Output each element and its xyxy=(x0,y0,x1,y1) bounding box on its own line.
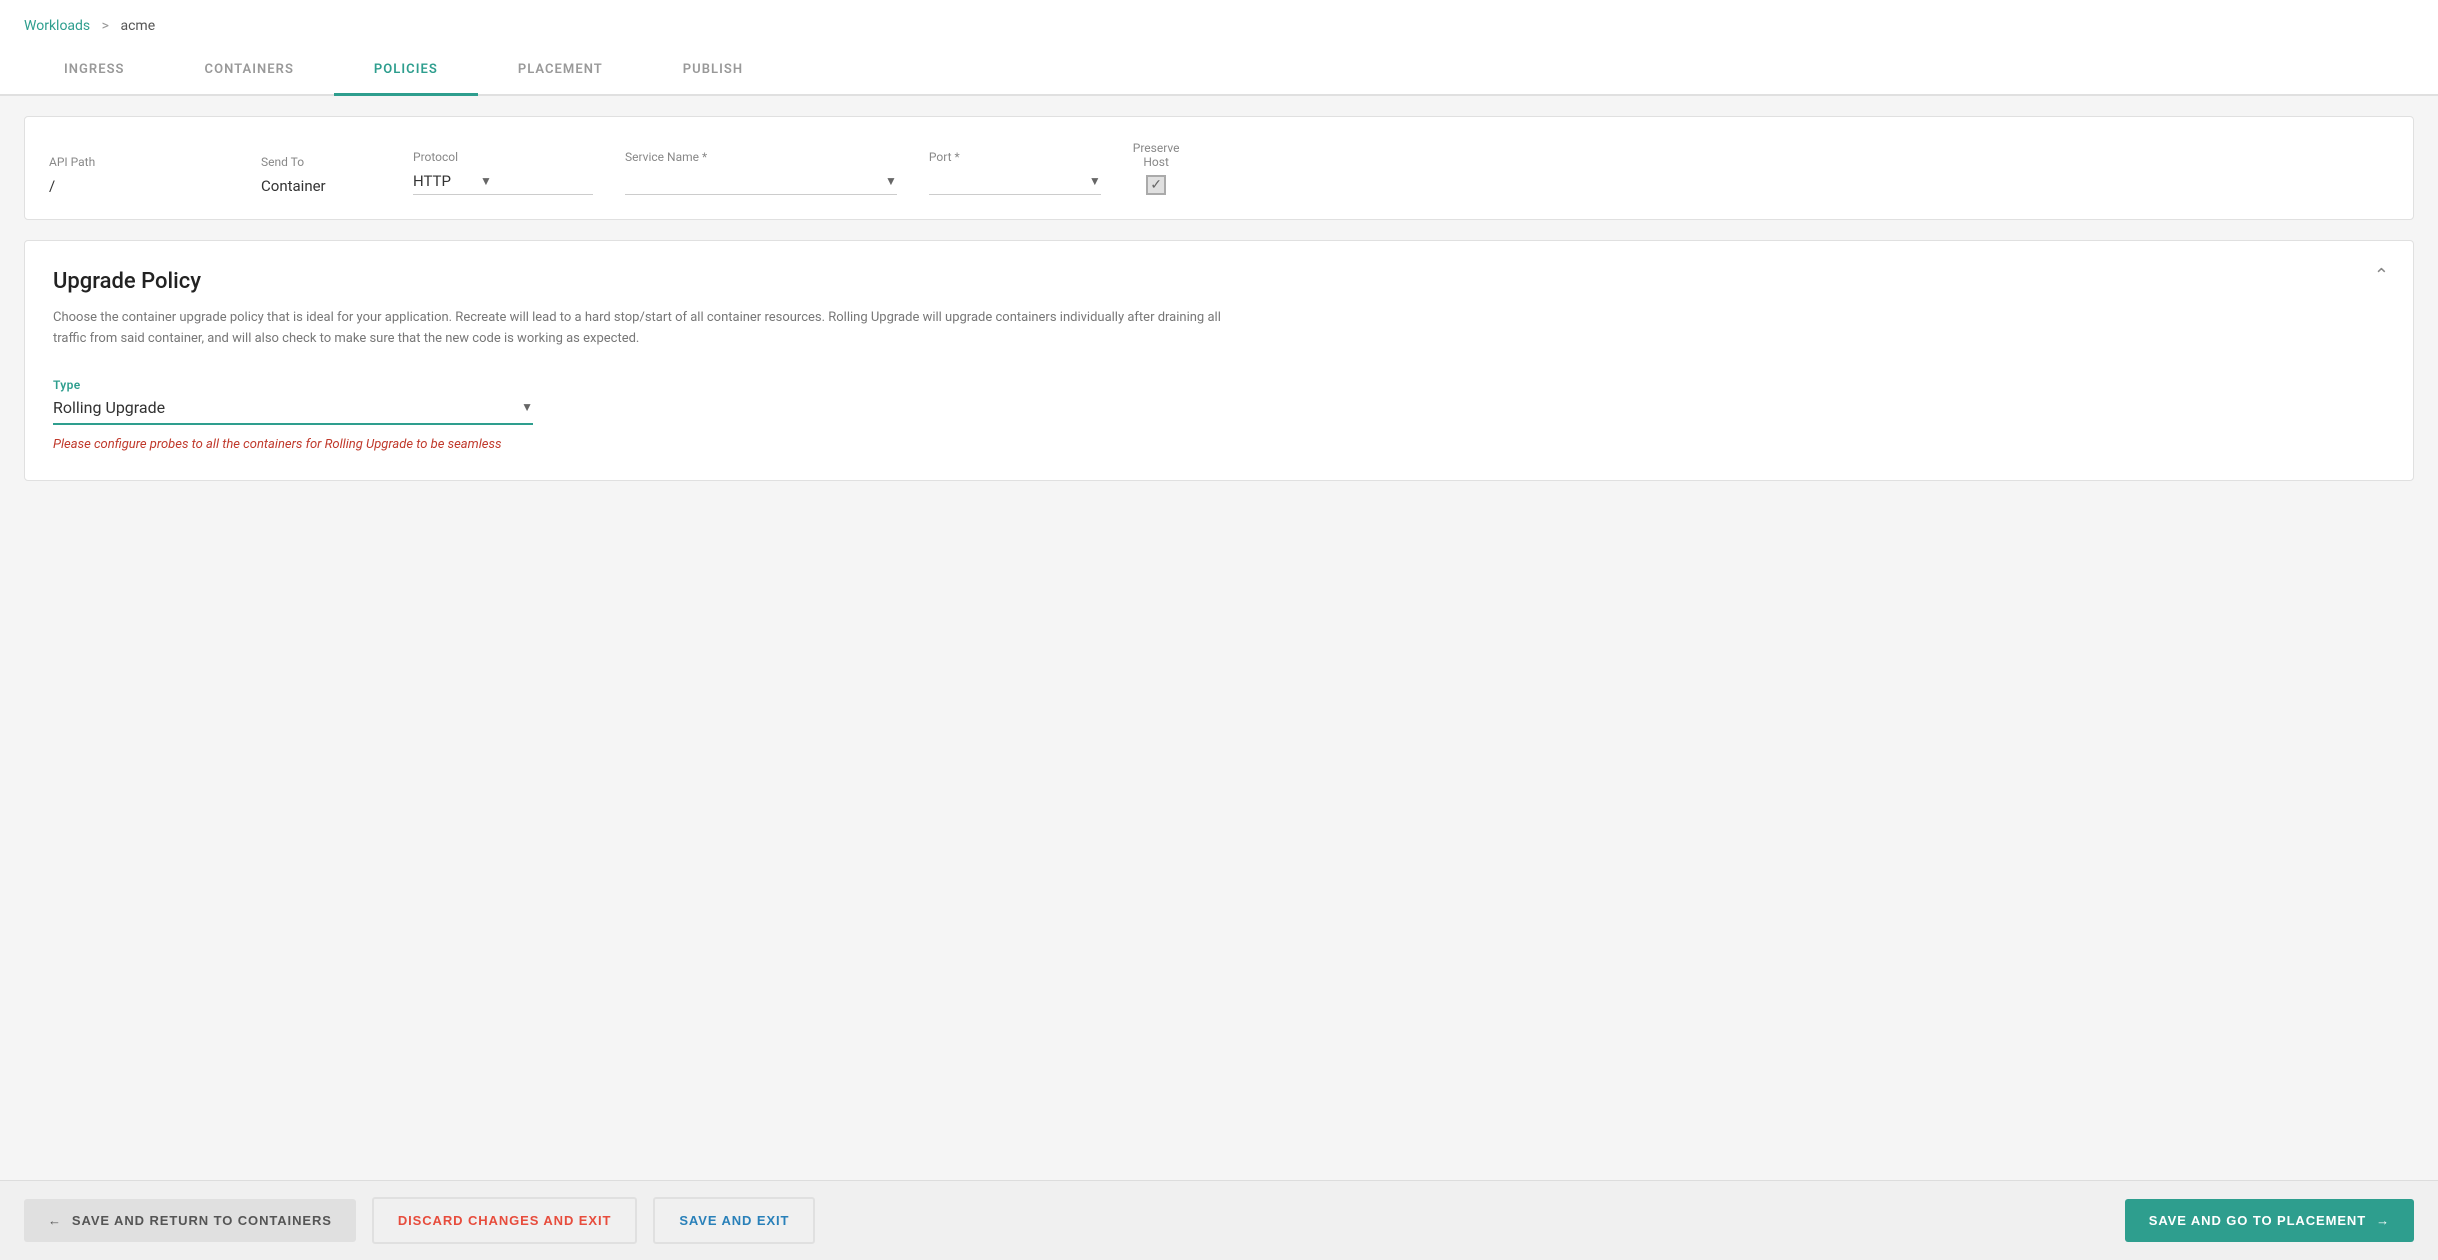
api-row: API Path / Send To Container Protocol HT… xyxy=(49,141,2389,195)
protocol-select-wrap: HTTP HTTPS TCP UDP ▼ xyxy=(413,172,593,195)
preserve-host-checkbox[interactable] xyxy=(1146,175,1166,195)
port-label: Port * xyxy=(929,150,1101,164)
preserve-host-label: PreserveHost xyxy=(1133,141,1180,169)
tab-ingress[interactable]: INGRESS xyxy=(24,46,165,96)
breadcrumb-separator: > xyxy=(102,18,109,34)
service-name-select-wrap: ▼ xyxy=(625,172,897,195)
ingress-row-card: API Path / Send To Container Protocol HT… xyxy=(24,116,2414,220)
breadcrumb-workloads-link[interactable]: Workloads xyxy=(24,18,90,34)
arrow-left-icon: ← xyxy=(48,1213,62,1228)
tab-policies[interactable]: POLICIES xyxy=(334,46,478,96)
type-dropdown-arrow: ▼ xyxy=(521,400,533,414)
upgrade-policy-title: Upgrade Policy xyxy=(53,269,2385,294)
service-name-dropdown-arrow: ▼ xyxy=(885,174,897,188)
port-select-wrap: ▼ xyxy=(929,172,1101,195)
collapse-icon[interactable]: ⌃ xyxy=(2374,265,2389,286)
tab-publish[interactable]: PUBLISH xyxy=(643,46,783,96)
api-path-value: / xyxy=(49,177,229,195)
port-dropdown-arrow: ▼ xyxy=(1089,174,1101,188)
tab-placement[interactable]: PLACEMENT xyxy=(478,46,643,96)
footer: ← SAVE AND RETURN TO CONTAINERS DISCARD … xyxy=(0,1180,2438,1260)
discard-changes-button[interactable]: DISCARD CHANGES AND EXIT xyxy=(372,1197,637,1244)
tab-containers[interactable]: CONTAINERS xyxy=(165,46,334,96)
breadcrumb-current: acme xyxy=(120,18,155,34)
port-group: Port * ▼ xyxy=(929,150,1101,195)
protocol-label: Protocol xyxy=(413,150,593,164)
send-to-label: Send To xyxy=(261,155,381,169)
main-content: API Path / Send To Container Protocol HT… xyxy=(0,96,2438,581)
type-select-wrap: Rolling Upgrade Recreate ▼ xyxy=(53,398,533,425)
protocol-group: Protocol HTTP HTTPS TCP UDP ▼ xyxy=(413,150,593,195)
save-exit-button[interactable]: SAVE AND EXIT xyxy=(653,1197,815,1244)
send-to-value: Container xyxy=(261,177,381,195)
service-name-label: Service Name * xyxy=(625,150,897,164)
preserve-host-group: PreserveHost xyxy=(1133,141,1180,195)
discard-label: DISCARD CHANGES AND EXIT xyxy=(398,1213,611,1228)
tab-navigation: INGRESS CONTAINERS POLICIES PLACEMENT PU… xyxy=(0,46,2438,96)
port-select[interactable] xyxy=(929,172,1089,190)
breadcrumb: Workloads > acme xyxy=(0,0,2438,46)
save-exit-label: SAVE AND EXIT xyxy=(679,1213,789,1228)
save-placement-label: SAVE AND GO TO PLACEMENT xyxy=(2149,1213,2366,1228)
upgrade-policy-description: Choose the container upgrade policy that… xyxy=(53,308,1253,350)
protocol-select[interactable]: HTTP HTTPS TCP UDP xyxy=(413,172,480,190)
send-to-group: Send To Container xyxy=(261,155,381,195)
arrow-right-icon: → xyxy=(2376,1213,2390,1228)
save-return-label: SAVE AND RETURN TO CONTAINERS xyxy=(72,1213,332,1228)
api-path-group: API Path / xyxy=(49,155,229,195)
save-go-placement-button[interactable]: SAVE AND GO TO PLACEMENT → xyxy=(2125,1199,2414,1242)
service-name-group: Service Name * ▼ xyxy=(625,150,897,195)
type-label: Type xyxy=(53,378,2385,392)
rolling-upgrade-warning: Please configure probes to all the conta… xyxy=(53,437,2385,452)
service-name-select[interactable] xyxy=(625,172,885,190)
protocol-dropdown-arrow: ▼ xyxy=(480,174,492,188)
api-path-label: API Path xyxy=(49,155,229,169)
type-select[interactable]: Rolling Upgrade Recreate xyxy=(53,398,521,417)
upgrade-policy-card: ⌃ Upgrade Policy Choose the container up… xyxy=(24,240,2414,481)
save-return-containers-button[interactable]: ← SAVE AND RETURN TO CONTAINERS xyxy=(24,1199,356,1242)
